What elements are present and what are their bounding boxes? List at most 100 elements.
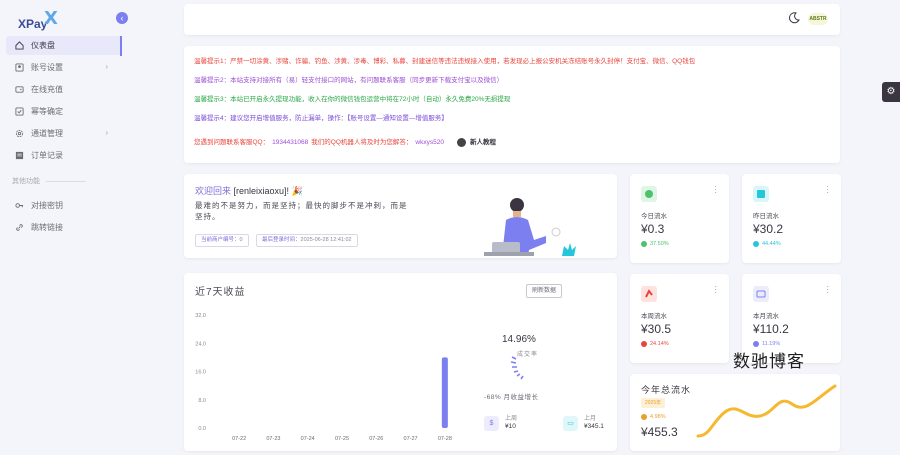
chevron-right-icon: ›: [105, 62, 108, 71]
stat-percent-value: 24.14%: [650, 341, 669, 347]
x-tick-label: 07-23: [266, 436, 280, 442]
mini-value: ¥345.1: [584, 423, 604, 430]
tutorial-icon: [456, 138, 466, 147]
list-icon: [15, 151, 24, 160]
more-options-icon[interactable]: · · ·: [714, 283, 717, 297]
monthly-growth-text: -68% 月收益增长: [484, 394, 539, 401]
sidebar-item-jump-link[interactable]: 跳转链接: [6, 218, 122, 237]
yesterday-flow-card: · · · 昨日流水 ¥30.2 44.44%: [742, 174, 841, 263]
sidebar: XPay X 仪表盘 账号设置 › 在线充值 幂等确定 通道管理 › 订单记录: [0, 0, 122, 455]
user-card-icon: [15, 63, 24, 72]
sidebar-item-label: 幂等确定: [31, 107, 63, 116]
mini-label: 上月: [584, 416, 597, 422]
year-percent-value: 4.98%: [650, 414, 666, 420]
last-login-badge: 最后登录时间：2025-06-28 12:41:02: [256, 234, 358, 247]
logo[interactable]: XPay X: [18, 8, 62, 34]
today-flow-card: · · · 今日流水 ¥0.3 37.50%: [630, 174, 729, 263]
sidebar-item-recharge[interactable]: 在线充值: [6, 80, 122, 99]
notice-line: 温馨提示2：本站支持对接所有（易）轻支付接口的网站，有问题联系客服（同步更新下载…: [194, 77, 504, 84]
collapse-sidebar-button[interactable]: ‹: [116, 12, 128, 24]
chart-bar[interactable]: [441, 357, 448, 428]
home-icon: [15, 41, 24, 50]
notice-line: 温馨提示1：严禁一切涂黄、涉赌、诈骗、钓鱼、涉黄、涉毒、博彩、私募、封建迷信等违…: [194, 58, 696, 65]
sidebar-item-label: 仪表盘: [31, 41, 55, 50]
mini-value: ¥10: [505, 423, 516, 430]
x-tick-label: 07-26: [369, 436, 383, 442]
trend-down-icon: [641, 341, 647, 347]
chart-icon: [753, 186, 769, 202]
y-tick-label: 16.0: [195, 370, 206, 376]
last-month-summary: ▭ 上月 ¥345.1: [563, 415, 604, 431]
more-options-icon[interactable]: · · ·: [826, 183, 829, 197]
stat-label: 今日流水: [641, 213, 667, 220]
welcome-prefix: 欢迎回来: [195, 186, 232, 196]
contact-middle: 我们的QQ机器人将及时为您解答：: [311, 139, 413, 146]
y-tick-label: 32.0: [195, 313, 206, 319]
x-tick-label: 07-25: [335, 436, 349, 442]
chart-box-icon: ▭: [563, 415, 578, 431]
stat-percent: 24.14%: [641, 341, 669, 347]
sidebar-section-title: 其他功能: [12, 176, 86, 186]
notice-line: 温馨提示3：本站已开启永久提现功能，收入在你的微信钱包运营中将在72小时（自动）…: [194, 96, 511, 103]
logo-text: XPay: [18, 17, 48, 31]
x-tick-label: 07-22: [232, 436, 246, 442]
weekly-income-chart: 32.0 24.0 16.0 8.0 0.0 07-22 07-23 07-24 07-25 07…: [195, 313, 452, 442]
year-value: ¥455.3: [641, 425, 678, 439]
sidebar-item-dashboard[interactable]: 仪表盘: [6, 36, 122, 55]
year-percent: 4.98%: [641, 414, 666, 420]
settings-gear-icon[interactable]: ⚙: [882, 82, 900, 102]
badge-label: 当前商户编号：: [201, 237, 240, 243]
contact-value[interactable]: wkxys520: [415, 138, 444, 147]
trend-up-icon: [641, 414, 647, 420]
badge-label: 最后登录时间：: [262, 237, 301, 243]
watermark-text: 数驰博客: [733, 352, 805, 372]
notice-line: 温馨提示4：建议您开启增值服务，防止漏单，操作：【账号设置—通知设置—增值服务】: [194, 115, 448, 122]
sidebar-item-channel[interactable]: 通道管理 ›: [6, 124, 122, 143]
stat-value: ¥110.2: [753, 322, 789, 336]
y-tick-label: 24.0: [195, 341, 206, 347]
sidebar-item-label: 跳转链接: [31, 223, 63, 232]
novice-tutorial-link[interactable]: 新人教程: [456, 138, 496, 147]
welcome-illustration: [484, 198, 576, 256]
stat-value: ¥30.2: [753, 222, 784, 236]
stat-percent-value: 37.50%: [650, 241, 669, 247]
year-title: 今年总流水: [641, 385, 692, 395]
sidebar-item-label: 账号设置: [31, 63, 63, 72]
sidebar-item-label: 通道管理: [31, 129, 63, 138]
more-options-icon[interactable]: · · ·: [714, 183, 717, 197]
x-tick-label: 07-28: [438, 436, 452, 442]
sidebar-item-orders[interactable]: 订单记录: [6, 146, 122, 165]
x-tick-label: 07-24: [301, 436, 315, 442]
active-indicator: [120, 36, 122, 56]
y-tick-label: 8.0: [198, 398, 206, 404]
calendar-icon: [753, 286, 769, 302]
gear-icon: [15, 129, 24, 138]
stat-value: ¥0.3: [641, 222, 665, 236]
last-week-summary: $ 上周 ¥10: [484, 415, 517, 431]
welcome-title: 欢迎回来 [renleixiaoxu]! 🎉: [195, 184, 303, 197]
notice-card: 温馨提示1：严禁一切涂黄、涉赌、诈骗、钓鱼、涉黄、涉毒、博彩、私募、封建迷信等违…: [184, 46, 840, 163]
key-icon: [15, 203, 24, 208]
stat-value: ¥30.5: [641, 322, 672, 336]
trend-up-icon: [641, 241, 647, 247]
welcome-card: 欢迎回来 [renleixiaoxu]! 🎉 最难的不是努力，而是坚持；最快的脚…: [184, 174, 617, 258]
mini-label: 上周: [505, 416, 518, 422]
sidebar-nav-other: 对接密钥 跳转链接: [6, 196, 122, 240]
weekly-income-card: 近7天收益 刷新数据 32.0 24.0 16.0 8.0 0.0 07-22 07-23 0…: [184, 273, 617, 451]
user-avatar[interactable]: ABSTR: [808, 13, 828, 25]
y-tick-label: 0.0: [198, 426, 206, 432]
more-options-icon[interactable]: · · ·: [826, 283, 829, 297]
stat-label: 昨日流水: [753, 213, 779, 220]
check-square-icon: [15, 107, 24, 116]
merchant-id-badge: 当前商户编号：0: [195, 234, 249, 247]
sidebar-item-confirm[interactable]: 幂等确定: [6, 102, 122, 121]
novice-label: 新人教程: [469, 139, 496, 146]
sidebar-item-account-settings[interactable]: 账号设置 ›: [6, 58, 122, 77]
week-flow-card: · · · 本周流水 ¥30.5 24.14%: [630, 274, 729, 363]
moon-icon[interactable]: [788, 12, 800, 24]
chevron-right-icon: ›: [105, 128, 108, 137]
contact-qq[interactable]: 1934431068: [272, 138, 308, 147]
sidebar-item-api-key[interactable]: 对接密钥: [6, 196, 122, 215]
x-tick-label: 07-27: [404, 436, 418, 442]
dollar-icon: $: [484, 415, 499, 431]
